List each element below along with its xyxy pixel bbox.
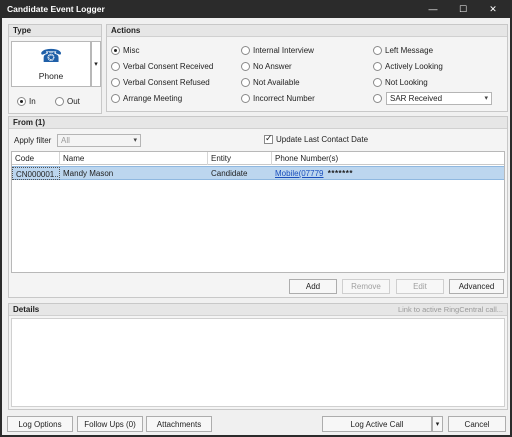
action-label: Arrange Meeting: [123, 94, 183, 103]
action-label: Verbal Consent Refused: [123, 78, 210, 87]
type-selected-label: Phone: [38, 71, 64, 81]
action-radio-internal-interview[interactable]: Internal Interview: [241, 46, 314, 55]
phone-number-link[interactable]: Mobile(07779: [275, 169, 323, 178]
from-panel-header: From (1): [9, 117, 507, 129]
action-radio-no-answer[interactable]: No Answer: [241, 62, 292, 71]
type-dropdown-arrow[interactable]: ▾: [91, 41, 101, 87]
sar-select[interactable]: SAR Received ▾: [386, 92, 492, 105]
action-radio-not-available[interactable]: Not Available: [241, 78, 300, 87]
direction-out-radio[interactable]: Out: [55, 97, 80, 106]
radio-dot: [55, 97, 64, 106]
radio-dot: [241, 94, 250, 103]
remove-button[interactable]: Remove: [342, 279, 390, 294]
follow-ups-button[interactable]: Follow Ups (0): [77, 416, 143, 432]
sar-select-value: SAR Received: [390, 94, 443, 103]
action-radio-arrange-meeting[interactable]: Arrange Meeting: [111, 94, 182, 103]
direction-out-label: Out: [67, 97, 80, 106]
chevron-down-icon: ▾: [484, 95, 488, 102]
action-label: Incorrect Number: [253, 94, 315, 103]
radio-dot: [111, 46, 120, 55]
action-label: No Answer: [253, 62, 292, 71]
action-label: Not Available: [253, 78, 300, 87]
cancel-button[interactable]: Cancel: [448, 416, 506, 432]
filter-select-value: All: [61, 136, 70, 145]
cell-code: CN000001...: [12, 167, 60, 180]
column-header-phone[interactable]: Phone Number(s): [272, 152, 504, 165]
action-radio-not-looking[interactable]: Not Looking: [373, 78, 428, 87]
action-radio-left-message[interactable]: Left Message: [373, 46, 433, 55]
log-active-call-button[interactable]: Log Active Call: [322, 416, 432, 432]
title-bar: Candidate Event Logger — ☐ ✕: [0, 0, 512, 18]
radio-dot: [111, 78, 120, 87]
cell-name: Mandy Mason: [63, 169, 114, 178]
log-options-button[interactable]: Log Options: [7, 416, 73, 432]
radio-dot: [241, 46, 250, 55]
type-selector-button[interactable]: ☎ Phone: [11, 41, 91, 87]
radio-dot: [373, 78, 382, 87]
radio-dot: [111, 94, 120, 103]
action-label: Verbal Consent Received: [123, 62, 214, 71]
advanced-button[interactable]: Advanced: [449, 279, 504, 294]
actions-panel-header: Actions: [107, 25, 507, 37]
cell-entity: Candidate: [211, 169, 248, 178]
action-radio-verbal-consent-refused[interactable]: Verbal Consent Refused: [111, 78, 210, 87]
update-last-contact-label: Update Last Contact Date: [276, 135, 369, 144]
action-radio-misc[interactable]: Misc: [111, 46, 139, 55]
table-row[interactable]: CN000001... Mandy Mason Candidate Mobile…: [12, 166, 504, 180]
maximize-button[interactable]: ☐: [448, 0, 478, 18]
radio-dot: [373, 94, 382, 103]
action-label: Misc: [123, 46, 140, 55]
details-panel-header: Details Link to active RingCentral call.…: [9, 304, 507, 316]
radio-dot: [111, 62, 120, 71]
ringcentral-link[interactable]: Link to active RingCentral call...: [398, 305, 503, 314]
phone-icon: ☎: [40, 46, 63, 66]
action-label: Left Message: [385, 46, 434, 55]
window-title: Candidate Event Logger: [7, 4, 105, 14]
checkbox-box: [264, 133, 273, 144]
phone-number-masked: *******: [327, 169, 354, 178]
direction-in-label: In: [29, 97, 36, 106]
action-radio-verbal-consent-received[interactable]: Verbal Consent Received: [111, 62, 213, 71]
edit-button[interactable]: Edit: [396, 279, 444, 294]
action-label: Internal Interview: [253, 46, 314, 55]
radio-dot: [241, 62, 250, 71]
radio-dot: [373, 62, 382, 71]
radio-dot: [17, 97, 26, 106]
action-label: Actively Looking: [385, 62, 443, 71]
column-header-entity[interactable]: Entity: [208, 152, 272, 165]
column-header-code[interactable]: Code: [12, 152, 60, 165]
radio-dot: [241, 78, 250, 87]
from-panel: From (1) Apply filter All ▾ Update Last …: [8, 116, 508, 298]
filter-select[interactable]: All ▾: [57, 134, 141, 147]
type-panel: Type ☎ Phone ▾ In Out: [8, 24, 102, 114]
details-textarea[interactable]: [11, 318, 505, 407]
grid-header: Code Name Entity Phone Number(s): [12, 152, 504, 165]
actions-panel: Actions Misc Verbal Consent Received Ver…: [106, 24, 508, 112]
cell-phone: Mobile(07779 *******: [272, 167, 504, 180]
close-button[interactable]: ✕: [478, 0, 508, 18]
apply-filter-label: Apply filter: [14, 136, 52, 145]
action-label: Not Looking: [385, 78, 428, 87]
action-radio-actively-looking[interactable]: Actively Looking: [373, 62, 443, 71]
radio-dot: [373, 46, 382, 55]
chevron-down-icon: ▾: [133, 137, 137, 144]
add-button[interactable]: Add: [289, 279, 337, 294]
column-header-name[interactable]: Name: [60, 152, 208, 165]
log-active-call-dropdown[interactable]: ▾: [432, 416, 443, 432]
dialog-body: Type ☎ Phone ▾ In Out Actions Misc Verba…: [2, 18, 510, 435]
attachments-button[interactable]: Attachments: [146, 416, 212, 432]
minimize-button[interactable]: —: [418, 0, 448, 18]
details-header-label: Details: [13, 305, 40, 314]
update-last-contact-checkbox[interactable]: Update Last Contact Date: [264, 133, 369, 144]
action-radio-incorrect-number[interactable]: Incorrect Number: [241, 94, 315, 103]
action-radio-sar[interactable]: [373, 94, 382, 103]
direction-in-radio[interactable]: In: [17, 97, 36, 106]
details-panel: Details Link to active RingCentral call.…: [8, 303, 508, 410]
type-panel-header: Type: [9, 25, 101, 37]
contacts-grid: Code Name Entity Phone Number(s) CN00000…: [11, 151, 505, 273]
